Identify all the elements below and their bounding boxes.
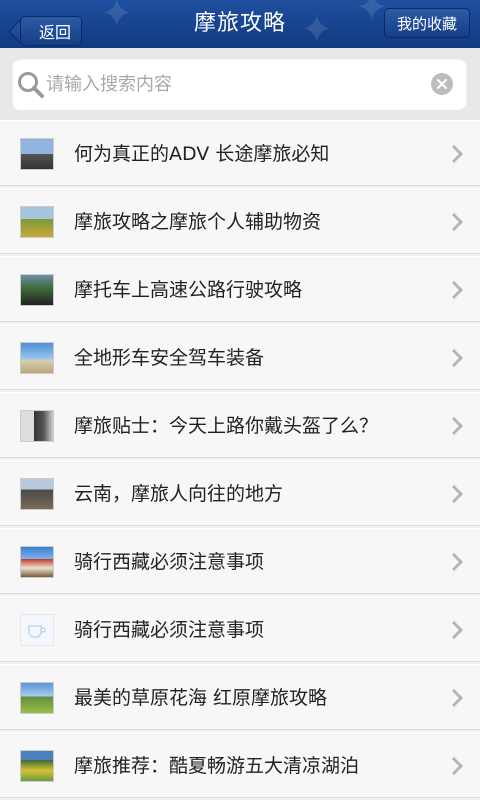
- article-thumbnail: [20, 614, 54, 646]
- chevron-right-icon: [451, 416, 464, 436]
- article-thumbnail: [20, 410, 54, 442]
- search-icon: [16, 70, 46, 100]
- article-thumbnail: [20, 138, 54, 170]
- list-item[interactable]: 全地形车安全驾车装备: [0, 324, 480, 390]
- chevron-right-icon: [451, 280, 464, 300]
- chevron-right-icon: [451, 756, 464, 776]
- cup-icon: [28, 625, 46, 638]
- chevron-right-icon: [451, 552, 464, 572]
- article-title: 骑行西藏必须注意事项: [74, 619, 265, 641]
- chevron-right-icon: [451, 348, 464, 368]
- article-list: 何为真正的ADV 长途摩旅必知 摩旅攻略之摩旅个人辅助物资 摩托车上高速公路行驶…: [0, 120, 480, 800]
- clear-search-icon[interactable]: [431, 73, 453, 95]
- page-title: 摩旅攻略: [193, 11, 286, 36]
- list-item[interactable]: 骑行西藏必须注意事项: [0, 596, 480, 662]
- list-item[interactable]: 云南，摩旅人向往的地方: [0, 460, 480, 526]
- chevron-right-icon: [451, 620, 464, 640]
- list-item[interactable]: 骑行西藏必须注意事项: [0, 528, 480, 594]
- article-thumbnail: [20, 274, 54, 306]
- chevron-right-icon: [451, 688, 464, 708]
- article-thumbnail: [20, 206, 54, 238]
- my-favorites-label: 我的收藏: [396, 14, 457, 33]
- chevron-right-icon: [451, 212, 464, 232]
- list-item[interactable]: 最美的草原花海 红原摩旅攻略: [0, 664, 480, 730]
- list-item[interactable]: 摩旅攻略之摩旅个人辅助物资: [0, 188, 480, 254]
- article-title: 摩托车上高速公路行驶攻略: [74, 279, 303, 301]
- article-title: 摩旅推荐：酷夏畅游五大清凉湖泊: [74, 755, 360, 777]
- search-area: [0, 48, 480, 120]
- article-thumbnail: [20, 750, 54, 782]
- article-thumbnail: [20, 342, 54, 374]
- chevron-right-icon: [451, 144, 464, 164]
- article-title: 全地形车安全驾车装备: [74, 347, 265, 369]
- back-button[interactable]: 返回: [20, 16, 82, 46]
- article-title: 云南，摩旅人向往的地方: [74, 483, 284, 505]
- article-thumbnail: [20, 478, 54, 510]
- list-item[interactable]: 摩托车上高速公路行驶攻略: [0, 256, 480, 322]
- chevron-right-icon: [451, 484, 464, 504]
- article-title: 最美的草原花海 红原摩旅攻略: [74, 687, 328, 709]
- top-navigation-bar: ✦ ✦ ✦ 返回 摩旅攻略 我的收藏: [0, 0, 480, 48]
- article-title: 摩旅攻略之摩旅个人辅助物资: [74, 211, 322, 233]
- search-box[interactable]: [12, 58, 467, 110]
- article-title: 摩旅贴士：今天上路你戴头盔了么？: [74, 415, 379, 437]
- list-item[interactable]: 摩旅推荐：酷夏畅游五大清凉湖泊: [0, 732, 480, 798]
- article-thumbnail: [20, 682, 54, 714]
- back-button-wrap[interactable]: 返回: [10, 8, 82, 46]
- list-item[interactable]: 何为真正的ADV 长途摩旅必知: [0, 120, 480, 186]
- article-title: 骑行西藏必须注意事项: [74, 551, 265, 573]
- my-favorites-button[interactable]: 我的收藏: [384, 8, 470, 38]
- back-button-label: 返回: [38, 23, 71, 42]
- list-item[interactable]: 摩旅贴士：今天上路你戴头盔了么？: [0, 392, 480, 458]
- article-title: 何为真正的ADV 长途摩旅必知: [74, 143, 330, 165]
- search-input[interactable]: [46, 68, 426, 100]
- article-thumbnail: [20, 546, 54, 578]
